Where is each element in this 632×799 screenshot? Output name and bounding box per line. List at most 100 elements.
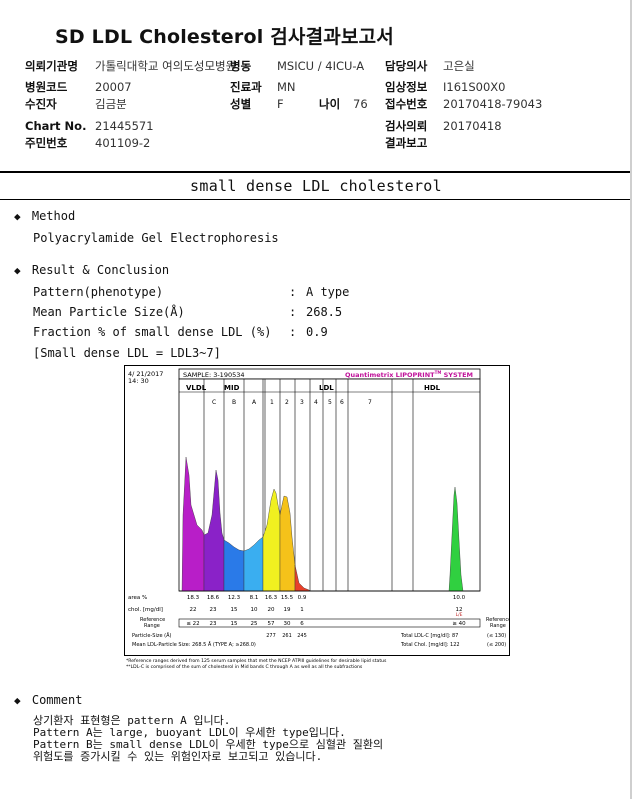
result-value-size: 268.5 bbox=[306, 305, 343, 319]
chol-value: 20 bbox=[268, 607, 275, 613]
lipoprint-chart: 4/ 21/201714: 30SAMPLE: 3-190534 Quantime… bbox=[124, 365, 510, 670]
report-date-field: 결과보고 bbox=[385, 136, 428, 150]
particle-size-value: 245 bbox=[297, 633, 307, 639]
chol-value: 22 bbox=[190, 607, 197, 613]
area-pct-value: 18.3 bbox=[187, 595, 200, 601]
region-label: LDL bbox=[319, 384, 334, 392]
total-ldl-ref: (≤ 130) bbox=[487, 633, 506, 639]
patient-value: 김금분 bbox=[95, 97, 127, 111]
dept-field: 진료과 bbox=[230, 80, 262, 94]
area-pct-value: 18.6 bbox=[207, 595, 220, 601]
particle-size-value: 261 bbox=[282, 633, 292, 639]
total-ldl: Total LDL-C [mg/dl]: 87 bbox=[400, 633, 458, 639]
comment-line: 위험도를 증가시킬 수 있는 위험인자로 보고되고 있습니다. bbox=[33, 750, 323, 763]
band-label: 2 bbox=[285, 399, 289, 406]
result-label-pattern: Pattern(phenotype) bbox=[33, 285, 164, 299]
hospital-code-value: 20007 bbox=[95, 80, 132, 94]
area-pct-value: 8.1 bbox=[250, 595, 259, 601]
ref-range-value: ≥ 40 bbox=[452, 621, 466, 627]
ref-range-value: 15 bbox=[231, 621, 238, 627]
table-row-label: Range bbox=[144, 623, 160, 629]
hospital-code-field: 병원코드 bbox=[25, 80, 68, 94]
band-label: 7 bbox=[368, 399, 372, 406]
chol-value: 15 bbox=[231, 607, 238, 613]
footnote: **LDL-C is comprised of the sum of chole… bbox=[126, 664, 363, 670]
dept-value: MN bbox=[277, 80, 296, 94]
request-date-value: 20170418 bbox=[443, 119, 502, 133]
particle-size-label: Particle-Size (Å) bbox=[132, 632, 172, 639]
ref-range-value: 57 bbox=[268, 621, 275, 627]
section-bottom-rule bbox=[0, 199, 632, 200]
method-heading: Method bbox=[31, 209, 76, 223]
clinical-field: 임상정보 bbox=[385, 80, 428, 94]
diamond-bullet-icon: ◆ bbox=[14, 264, 21, 277]
report-title: SD LDL Cholesterol 검사결과보고서 bbox=[55, 26, 394, 48]
ref-range-right: Range bbox=[490, 623, 506, 629]
section-top-rule bbox=[0, 171, 632, 173]
particle-size-value: 277 bbox=[266, 633, 276, 639]
result-sep: : bbox=[289, 285, 297, 299]
range-note: [Small dense LDL = LDL3~7] bbox=[33, 346, 221, 360]
region-label: VLDL bbox=[186, 384, 207, 392]
result-sep: : bbox=[289, 325, 297, 339]
band-label: 6 bbox=[340, 399, 344, 406]
ref-range-value: 23 bbox=[210, 621, 217, 627]
area-pct-value: 16.3 bbox=[265, 595, 278, 601]
result-heading-row: ◆ Result & Conclusion bbox=[14, 263, 169, 277]
footnote: *Reference ranges derived from 125 serum… bbox=[126, 658, 387, 664]
total-chol-ref: (≤ 200) bbox=[487, 642, 506, 648]
ref-range-value: 30 bbox=[284, 621, 291, 627]
band-label: C bbox=[212, 399, 216, 406]
method-heading-row: ◆ Method bbox=[14, 209, 75, 223]
table-row-label: area % bbox=[128, 595, 147, 601]
ref-range-value: 25 bbox=[251, 621, 258, 627]
band-label: 3 bbox=[300, 399, 304, 406]
ref-range-value: 6 bbox=[300, 621, 304, 627]
receipt-field: 접수번호 bbox=[385, 97, 428, 111]
band-label: 5 bbox=[328, 399, 332, 406]
chol-value: 23 bbox=[210, 607, 217, 613]
rrn-value: 401109-2 bbox=[95, 136, 151, 150]
region-label: MID bbox=[224, 384, 240, 392]
chart-time: 14: 30 bbox=[128, 377, 149, 385]
institution-field: 의뢰기관명 bbox=[25, 59, 78, 73]
doctor-value: 고은실 bbox=[443, 59, 475, 73]
chart-no-value: 21445571 bbox=[95, 119, 154, 133]
result-label-fraction: Fraction % of small dense LDL (%) bbox=[33, 325, 272, 339]
ldl-mark: L/E bbox=[456, 612, 463, 618]
total-chol: Total Chol. [mg/dl]: 122 bbox=[400, 642, 460, 648]
chol-value: 19 bbox=[284, 607, 291, 613]
result-label-size: Mean Particle Size(Å) bbox=[33, 305, 185, 319]
clinical-value: I161S00X0 bbox=[443, 80, 506, 94]
request-date-field: 검사의뢰 bbox=[385, 119, 428, 133]
chol-value: 1 bbox=[300, 607, 304, 613]
table-row-label: chol. [mg/dl] bbox=[128, 607, 163, 613]
ref-range-value: ≤ 22 bbox=[186, 621, 199, 627]
receipt-value: 20170418-79043 bbox=[443, 97, 543, 111]
ward-field: 병동 bbox=[230, 59, 251, 73]
result-heading: Result & Conclusion bbox=[31, 263, 170, 277]
chart-brand-tail: SYSTEM bbox=[441, 371, 473, 379]
area-pct-value: 15.5 bbox=[281, 595, 294, 601]
result-value-pattern: A type bbox=[306, 285, 350, 299]
chart-brand: Quantimetrix LIPOPRINTTM SYSTEM bbox=[345, 370, 473, 379]
patient-field: 수진자 bbox=[25, 97, 57, 111]
chart-brand-tm: TM bbox=[435, 370, 442, 375]
area-pct-value: 0.9 bbox=[298, 595, 307, 601]
rrn-field: 주민번호 bbox=[25, 136, 68, 150]
age-value: 76 bbox=[353, 97, 368, 111]
area-pct-value: 12.3 bbox=[228, 595, 241, 601]
band-label: B bbox=[232, 399, 236, 406]
band-label: 4 bbox=[314, 399, 318, 406]
sex-value: F bbox=[277, 97, 284, 111]
chol-value: 10 bbox=[251, 607, 258, 613]
ward-label: 병동 bbox=[230, 59, 252, 73]
band-label: 1 bbox=[270, 399, 274, 406]
mean-ldl-size: Mean LDL-Particle Size: 268.5 Å (TYPE A;… bbox=[132, 641, 256, 648]
doctor-field: 담당의사 bbox=[385, 59, 427, 73]
comment-heading: Comment bbox=[31, 693, 83, 707]
chart-sample: SAMPLE: 3-190534 bbox=[183, 371, 245, 379]
area-pct-value: 10.0 bbox=[453, 595, 466, 601]
chart-no-field: Chart No. bbox=[25, 119, 87, 133]
ward-value: MSICU / 4ICU-A bbox=[277, 59, 365, 73]
